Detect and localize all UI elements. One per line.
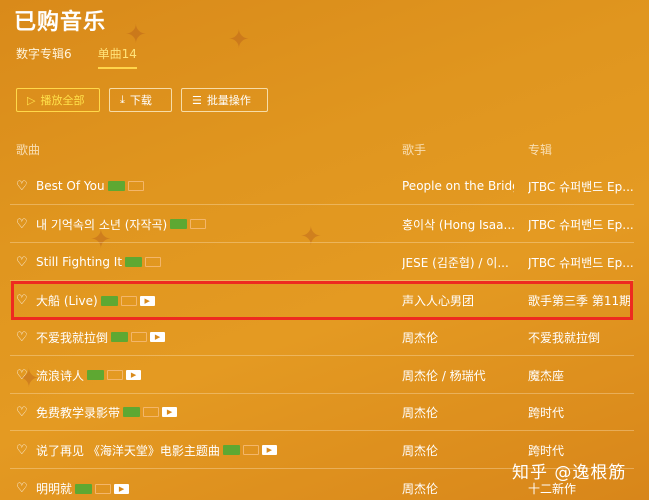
sq-badge (143, 407, 160, 417)
sq-badge (190, 219, 207, 229)
sq-badge (127, 181, 144, 191)
song-title[interactable]: 내 기억속의 소년 (자작곡) (36, 216, 167, 233)
play-all-button[interactable]: ▷ 播放全部 (16, 88, 100, 112)
song-title[interactable]: 免费教学录影带 (36, 404, 120, 421)
song-title[interactable]: 流浪诗人 (36, 367, 84, 384)
batch-operation-button[interactable]: ☰ 批量操作 (181, 88, 268, 112)
heart-icon[interactable]: ♡ (16, 405, 28, 420)
album-name[interactable]: 不爱我就拉倒 (528, 329, 636, 346)
song-title[interactable]: 不爱我就拉倒 (36, 329, 108, 346)
singer-name[interactable]: 周杰伦 (402, 442, 514, 459)
song-title[interactable]: Still Fighting It (36, 255, 122, 269)
mv-play-icon[interactable]: ▶ (126, 370, 142, 380)
singer-name[interactable]: 周杰伦 (402, 404, 514, 421)
heart-icon[interactable]: ♡ (16, 179, 28, 194)
play-icon: ▷ (27, 93, 36, 107)
watermark: 知乎 @逸根筋 (512, 463, 627, 483)
heart-icon[interactable]: ♡ (16, 255, 28, 270)
list-icon: ☰ (192, 93, 202, 107)
heart-icon[interactable]: ♡ (16, 443, 28, 458)
tab-singles[interactable]: 单曲14 (97, 45, 137, 69)
song-row[interactable]: ♡ 流浪诗人 ▶ 周杰伦 / 杨瑞代 魔杰座 (10, 357, 634, 394)
vip-badge (111, 332, 129, 342)
column-header-album[interactable]: 专辑 (528, 141, 552, 158)
album-name[interactable]: 跨时代 (528, 404, 636, 421)
heart-icon[interactable]: ♡ (16, 217, 28, 232)
song-row[interactable]: ♡ Still Fighting It JESE (김준협) / 이... JT… (10, 244, 634, 281)
album-name[interactable]: JTBC 슈퍼밴드 Ep... (528, 216, 636, 233)
heart-icon[interactable]: ♡ (16, 481, 28, 496)
highlight-box (11, 281, 633, 320)
batch-label: 批量操作 (206, 94, 251, 107)
sq-badge (242, 445, 259, 455)
song-row[interactable]: ♡ 免费教学录影带 ▶ 周杰伦 跨时代 (10, 394, 634, 431)
song-title[interactable]: 说了再见 《海洋天堂》电影主题曲 (36, 442, 220, 459)
singer-name[interactable]: 周杰伦 / 杨瑞代 (402, 367, 514, 384)
download-label: 下载 (129, 94, 152, 107)
vip-badge (123, 407, 141, 417)
vip-badge (170, 219, 188, 229)
singer-name[interactable]: 周杰伦 (402, 329, 514, 346)
album-name[interactable]: 魔杰座 (528, 367, 636, 384)
vip-badge (87, 370, 105, 380)
album-name[interactable]: JTBC 슈퍼밴드 Ep... (528, 254, 636, 271)
heart-icon[interactable]: ♡ (16, 368, 28, 383)
download-button[interactable]: ⤓ 下载 (109, 88, 172, 112)
heart-icon[interactable]: ♡ (16, 330, 28, 345)
sq-badge (131, 332, 148, 342)
mv-play-icon[interactable]: ▶ (150, 332, 166, 342)
tab-digital-albums[interactable]: 数字专辑6 (16, 45, 72, 69)
play-all-label: 播放全部 (40, 94, 85, 107)
sq-badge (145, 257, 162, 267)
song-row[interactable]: ♡ Best Of You People on the Bridge JTBC … (10, 168, 634, 205)
song-title[interactable]: 明明就 (36, 480, 72, 497)
singer-name[interactable]: JESE (김준협) / 이... (402, 254, 514, 271)
toolbar: ▷ 播放全部 ⤓ 下载 ☰ 批量操作 (16, 88, 268, 112)
column-header-song[interactable]: 歌曲 (16, 141, 40, 158)
sq-badge (107, 370, 124, 380)
singer-name[interactable]: 周杰伦 (402, 480, 514, 497)
mv-play-icon[interactable]: ▶ (261, 445, 277, 455)
mv-play-icon[interactable]: ▶ (162, 407, 178, 417)
tab-bar: 数字专辑6 单曲14 (16, 45, 137, 69)
singer-name[interactable]: People on the Bridge (402, 179, 514, 193)
vip-badge (125, 257, 143, 267)
vip-badge (107, 181, 125, 191)
vip-badge (75, 483, 93, 494)
album-name[interactable]: JTBC 슈퍼밴드 Ep... (528, 178, 636, 195)
download-icon: ⤓ (120, 93, 125, 106)
song-row[interactable]: ♡ 내 기억속의 소년 (자작곡) 홍이삭 (Hong Isaa... JTBC… (10, 206, 634, 243)
singer-name[interactable]: 홍이삭 (Hong Isaa... (402, 216, 514, 233)
sq-badge (95, 483, 112, 494)
column-header-singer[interactable]: 歌手 (402, 141, 426, 158)
album-name[interactable]: 跨时代 (528, 442, 636, 459)
mv-play-icon[interactable]: ▶ (114, 483, 130, 494)
song-title[interactable]: Best Of You (36, 179, 105, 193)
vip-badge (222, 445, 240, 455)
background-leaf: ✦ (228, 25, 250, 55)
song-row[interactable]: ♡ 不爱我就拉倒 ▶ 周杰伦 不爱我就拉倒 (10, 319, 634, 356)
page-title: 已购音乐 (14, 10, 107, 35)
